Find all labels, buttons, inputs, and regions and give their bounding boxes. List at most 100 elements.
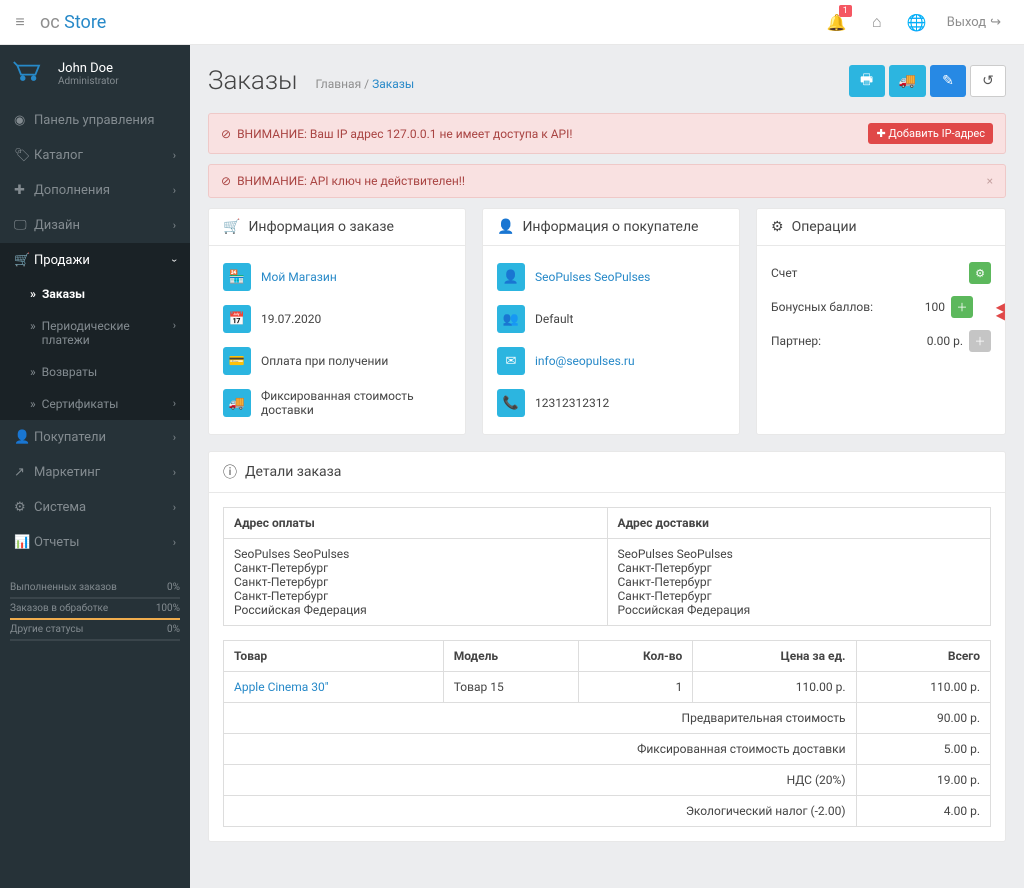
subnav-orders[interactable]: Заказы bbox=[0, 278, 190, 310]
order-info-panel: 🛒Информация о заказе 🏪Мой Магазин 📅19.07… bbox=[208, 208, 466, 435]
user-panel: John Doe Administrator bbox=[0, 45, 190, 103]
order-payment: Оплата при получении bbox=[261, 354, 388, 368]
add-affiliate-button[interactable]: ＋ bbox=[969, 330, 991, 352]
order-date: 19.07.2020 bbox=[261, 312, 321, 326]
nav-design[interactable]: 🖵Дизайн› bbox=[0, 208, 190, 243]
nav-dashboard[interactable]: ◉Панель управления bbox=[0, 103, 190, 138]
customer-email-link[interactable]: info@seopulses.ru bbox=[535, 354, 635, 368]
chevron-right-icon: › bbox=[173, 397, 176, 411]
nav-catalog[interactable]: 🏷Каталог› bbox=[0, 138, 190, 173]
product-name-link[interactable]: Apple Cinema 30" bbox=[234, 680, 329, 694]
ops-affiliate-label: Партнер: bbox=[771, 334, 927, 348]
notifications-badge: 1 bbox=[839, 5, 852, 17]
product-model: Товар 15 bbox=[443, 672, 578, 703]
cart-icon bbox=[12, 59, 48, 89]
chevron-down-icon: › bbox=[168, 259, 181, 262]
customer-name-link[interactable]: SeoPulses SeoPulses bbox=[535, 270, 650, 284]
print-invoice-button[interactable]: 🖶 bbox=[849, 65, 885, 97]
customer-info-panel: 👤Информация о покупателе 👤SeoPulses SeoP… bbox=[482, 208, 740, 435]
page-title: Заказы bbox=[208, 66, 298, 96]
nav-sales[interactable]: 🛒Продажи› bbox=[0, 243, 190, 278]
totals-eco-row: Экологический налог (-2.00)4.00 р. bbox=[224, 796, 991, 827]
col-total: Всего bbox=[856, 641, 990, 672]
add-points-button[interactable]: ＋ bbox=[951, 296, 973, 318]
logout-icon: ↪ bbox=[990, 15, 1001, 30]
breadcrumb: Главная / Заказы bbox=[316, 77, 415, 91]
order-details-panel: ⓘДетали заказа Адрес оплаты Адрес достав… bbox=[208, 451, 1006, 842]
reply-icon: ↺ bbox=[982, 73, 994, 89]
product-total: 110.00 р. bbox=[856, 672, 990, 703]
ops-points-value: 100 bbox=[925, 300, 945, 314]
chevron-right-icon: › bbox=[173, 431, 176, 444]
breadcrumb-home[interactable]: Главная bbox=[316, 77, 362, 91]
nav-marketing[interactable]: ↗Маркетинг› bbox=[0, 455, 190, 490]
truck-icon: 🚚 bbox=[223, 389, 251, 417]
subnav-recurring[interactable]: Периодические платежи› bbox=[0, 310, 190, 356]
warning-icon: ⊘ bbox=[221, 127, 231, 141]
chevron-right-icon: › bbox=[173, 219, 176, 232]
shipping-address-cell: SeoPulses SeoPulsesСанкт-ПетербургСанкт-… bbox=[607, 539, 991, 626]
store-front-button[interactable]: 🌐 bbox=[899, 4, 935, 40]
nav-reports[interactable]: 📊Отчеты› bbox=[0, 525, 190, 560]
alert-ip-text: ВНИМАНИЕ: Ваш IP адрес 127.0.0.1 не имее… bbox=[237, 127, 572, 141]
user-role: Administrator bbox=[58, 76, 119, 87]
logo[interactable]: oc Store bbox=[40, 12, 106, 33]
notifications-button[interactable]: 🔔 1 bbox=[819, 4, 855, 40]
truck-icon: 🚚 bbox=[899, 73, 916, 89]
menu-toggle[interactable]: ≡ bbox=[0, 12, 40, 32]
envelope-icon: ✉ bbox=[497, 347, 525, 375]
chevron-right-icon: › bbox=[173, 184, 176, 197]
edit-button[interactable]: ✎ bbox=[930, 65, 966, 97]
logout-label: Выход bbox=[947, 15, 986, 30]
col-model: Модель bbox=[443, 641, 578, 672]
operations-panel: ⚙Операции Счет ⚙ Бонусных баллов: 100 ＋ … bbox=[756, 208, 1006, 435]
ops-affiliate-value: 0.00 р. bbox=[927, 334, 963, 348]
store-icon: 🏪 bbox=[223, 263, 251, 291]
alert-api: ⊘ ВНИМАНИЕ: API ключ не действителен!! × bbox=[208, 164, 1006, 198]
print-icon: 🖶 bbox=[860, 69, 873, 93]
totals-shipping-row: Фиксированная стоимость доставки5.00 р. bbox=[224, 734, 991, 765]
tags-icon: 🏷 bbox=[14, 148, 34, 163]
totals-subtotal-row: Предварительная стоимость90.00 р. bbox=[224, 703, 991, 734]
subnav-vouchers[interactable]: Сертификаты› bbox=[0, 388, 190, 420]
chevron-right-icon: › bbox=[173, 149, 176, 162]
cart-icon: 🛒 bbox=[14, 253, 34, 268]
gear-icon: ⚙ bbox=[771, 219, 784, 235]
gear-icon: ⚙ bbox=[14, 500, 34, 515]
print-shipping-button[interactable]: 🚚 bbox=[889, 65, 926, 97]
puzzle-icon: ✚ bbox=[14, 183, 34, 198]
products-table: Товар Модель Кол-во Цена за ед. Всего Ap… bbox=[223, 640, 991, 827]
gear-icon: ⚙ bbox=[975, 267, 985, 280]
dashboard-icon: ◉ bbox=[14, 113, 34, 128]
logout-button[interactable]: Выход ↪ bbox=[939, 4, 1009, 40]
close-icon[interactable]: × bbox=[987, 174, 993, 188]
breadcrumb-current[interactable]: Заказы bbox=[372, 77, 414, 91]
order-shipping: Фиксированная стоимость доставки bbox=[261, 389, 451, 417]
operations-title: Операции bbox=[792, 219, 857, 235]
back-button[interactable]: ↺ bbox=[970, 65, 1006, 97]
payment-address-cell: SeoPulses SeoPulsesСанкт-ПетербургСанкт-… bbox=[224, 539, 608, 626]
stat-bar-other bbox=[10, 639, 180, 641]
order-store-link[interactable]: Мой Магазин bbox=[261, 270, 337, 284]
totals-vat-row: НДС (20%)19.00 р. bbox=[224, 765, 991, 796]
alert-ip: ⊘ ВНИМАНИЕ: Ваш IP адрес 127.0.0.1 не им… bbox=[208, 113, 1006, 154]
nav-extensions[interactable]: ✚Дополнения› bbox=[0, 173, 190, 208]
ops-points-label: Бонусных баллов: bbox=[771, 300, 925, 314]
info-icon: ⓘ bbox=[223, 462, 237, 482]
generate-invoice-button[interactable]: ⚙ bbox=[969, 262, 991, 284]
nav-system[interactable]: ⚙Система› bbox=[0, 490, 190, 525]
customer-info-title: Информация о покупателе bbox=[522, 219, 698, 235]
customer-group: Default bbox=[535, 312, 573, 326]
desktop-icon: 🖵 bbox=[14, 218, 34, 233]
product-price: 110.00 р. bbox=[693, 672, 856, 703]
details-title: Детали заказа bbox=[245, 464, 341, 480]
col-quantity: Кол-во bbox=[578, 641, 693, 672]
user-icon: 👤 bbox=[497, 263, 525, 291]
home-icon: ⌂ bbox=[872, 12, 882, 32]
nav-customers[interactable]: 👤Покупатели› bbox=[0, 420, 190, 455]
warning-icon: ⊘ bbox=[221, 174, 231, 188]
subnav-returns[interactable]: Возвраты bbox=[0, 356, 190, 388]
user-icon: 👤 bbox=[14, 430, 34, 445]
add-ip-button[interactable]: ✚ Добавить IP-адрес bbox=[868, 123, 993, 144]
home-button[interactable]: ⌂ bbox=[859, 4, 895, 40]
